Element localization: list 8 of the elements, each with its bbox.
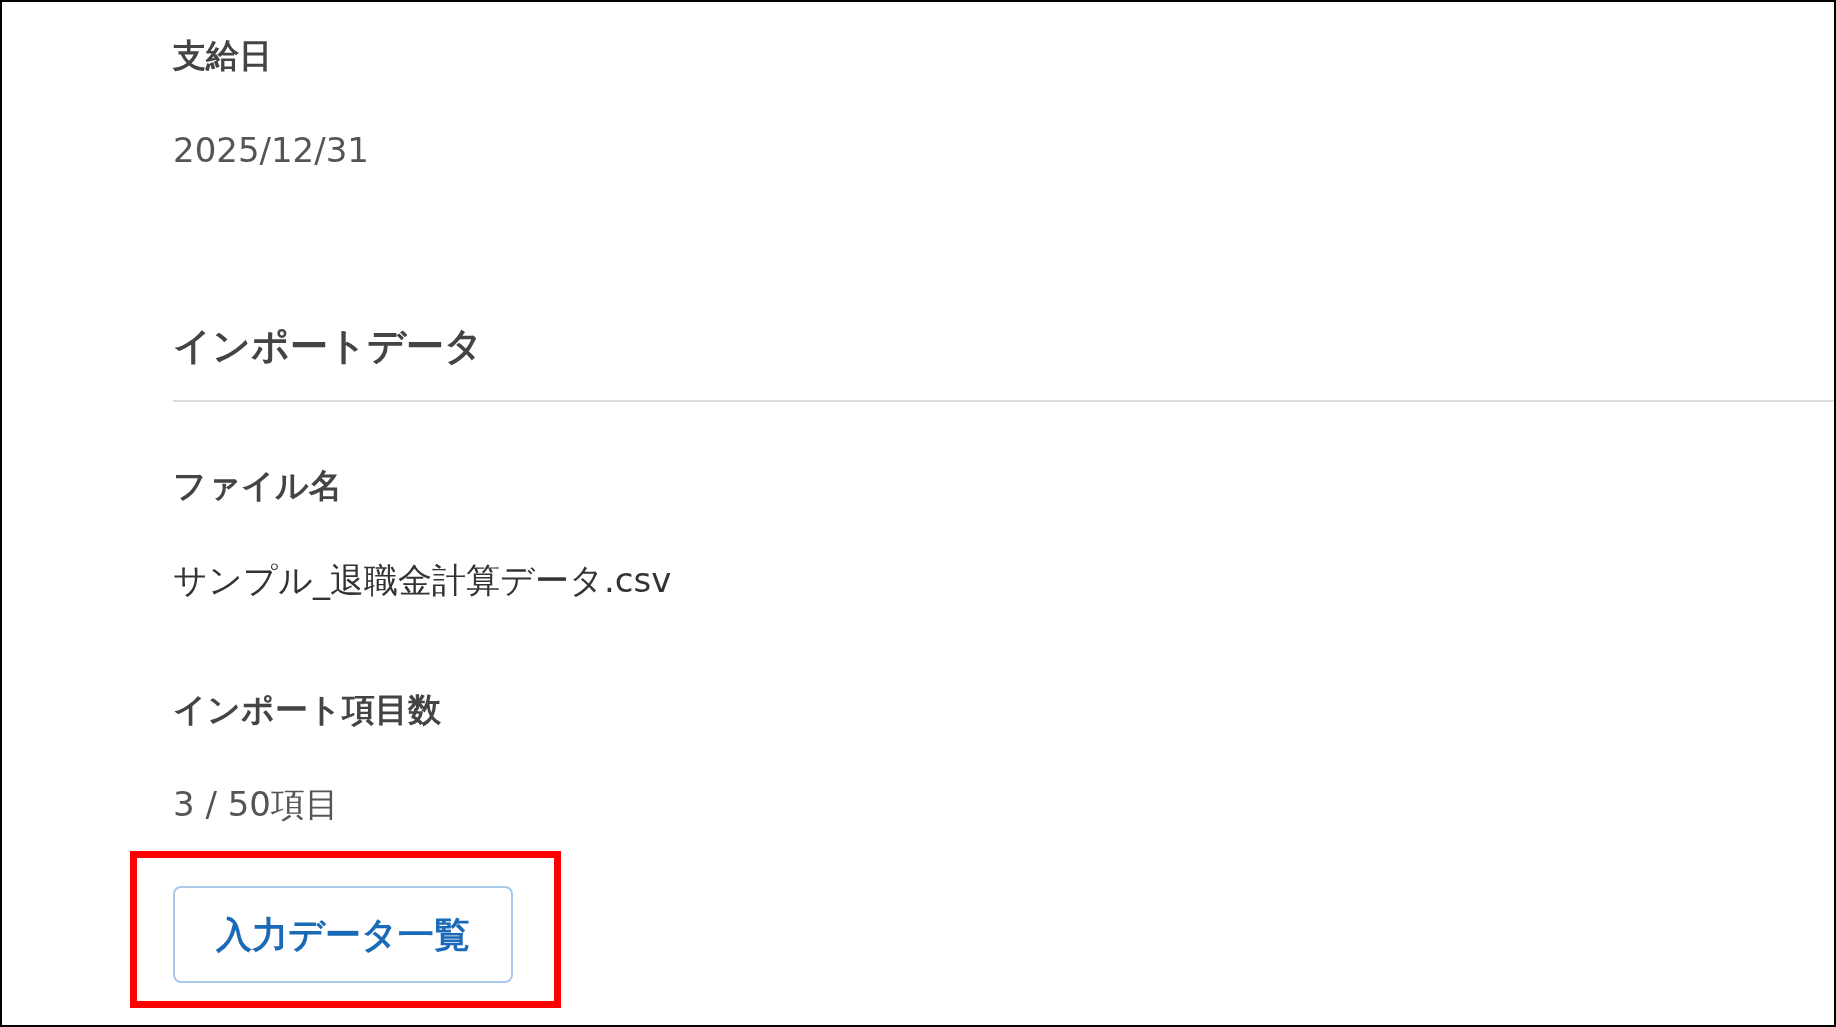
input-data-list-button[interactable]: 入力データ一覧 <box>173 886 513 983</box>
field-label: インポート項目数 <box>173 689 442 731</box>
field-value: 3 / 50項目 <box>173 783 340 826</box>
date-value: 2025/12/31 <box>173 129 370 172</box>
section-heading: インポートデータ <box>173 323 484 370</box>
field-label: ファイル名 <box>173 465 343 507</box>
field-label: 支給日 <box>173 35 273 77</box>
field-value: サンプル_退職金計算データ.csv <box>173 559 673 602</box>
